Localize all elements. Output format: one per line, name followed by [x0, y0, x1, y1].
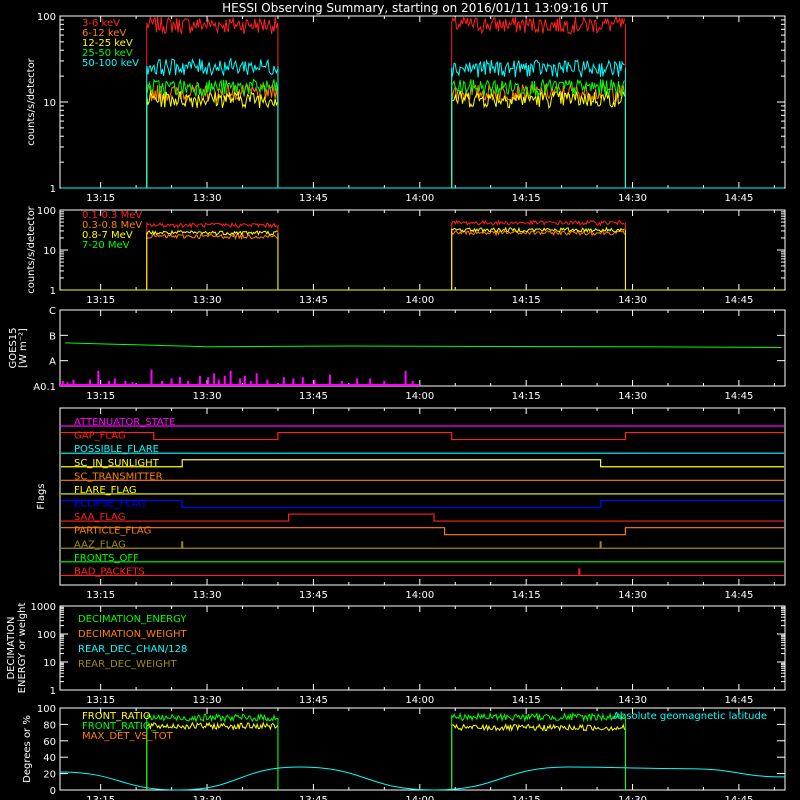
flag-label: ATTENUATOR_STATE	[74, 417, 175, 428]
flag-label: AAZ_FLAG	[74, 539, 126, 550]
x-tick-label: 14:15	[512, 590, 541, 601]
x-tick-label: 14:45	[724, 795, 753, 800]
x-tick-label: 13:15	[86, 590, 115, 601]
legend-entry: DECIMATION_WEIGHT	[78, 629, 187, 640]
y-tick-label: 0	[50, 786, 56, 797]
flag-label: BAD_PACKETS	[74, 566, 145, 577]
x-tick-label: 14:15	[512, 193, 541, 204]
x-tick-label: 13:45	[299, 391, 328, 402]
x-tick-label: 13:45	[299, 590, 328, 601]
x-tick-label: 14:15	[512, 391, 541, 402]
x-tick-label: 14:15	[512, 795, 541, 800]
x-tick-label: 13:15	[86, 795, 115, 800]
y-tick-label: 1	[50, 184, 56, 195]
x-tick-label: 13:30	[193, 795, 222, 800]
x-tick-label: 14:00	[405, 695, 434, 706]
flag-label: ECLIPSE_FLAG	[74, 499, 145, 510]
y-axis-label: Degrees or %	[22, 715, 33, 783]
y-tick-label: 10	[43, 246, 56, 257]
x-tick-label: 13:30	[193, 695, 222, 706]
y-axis-label-line2: ENERGY or weight	[17, 603, 28, 694]
x-tick-label: 14:00	[405, 795, 434, 800]
x-tick-label: 14:45	[724, 295, 753, 306]
y-tick-label: 40	[43, 753, 56, 764]
chart-title: HESSI Observing Summary, starting on 201…	[222, 1, 608, 15]
y-tick-label: 10	[43, 658, 56, 669]
hessi-summary-plot: HESSI Observing Summary, starting on 201…	[0, 0, 800, 800]
y-tick-label: 60	[43, 737, 56, 748]
legend-entry: 50-100 keV	[82, 58, 139, 69]
y-tick-label: 80	[43, 720, 56, 731]
flag-label: SAA_FLAG	[74, 512, 125, 523]
y-tick-label: 100	[37, 206, 56, 217]
flag-label: PARTICLE_FLAG	[74, 526, 151, 537]
legend-entry: DECIMATION_ENERGY	[78, 614, 187, 625]
x-tick-label: 14:45	[724, 590, 753, 601]
x-tick-label: 14:45	[724, 193, 753, 204]
x-tick-label: 13:45	[299, 193, 328, 204]
x-tick-label: 13:30	[193, 590, 222, 601]
y-tick-label: C	[49, 306, 56, 317]
flag-label: FRONTS_OFF	[74, 553, 139, 564]
legend-entry: 7-20 MeV	[82, 240, 130, 251]
x-tick-label: 13:15	[86, 295, 115, 306]
x-tick-label: 14:30	[618, 795, 647, 800]
y-tick-label: 1000	[31, 602, 56, 613]
flag-label: SC_TRANSMITTER	[74, 471, 163, 482]
y-tick-label: B	[49, 331, 56, 342]
x-tick-label: 14:00	[405, 590, 434, 601]
x-tick-label: 13:15	[86, 193, 115, 204]
y-axis-unit: [W m⁻²]	[18, 328, 29, 368]
x-tick-label: 14:45	[724, 695, 753, 706]
x-tick-label: 14:15	[512, 695, 541, 706]
y-tick-label: 1	[50, 686, 56, 697]
y-tick-label: 100	[37, 12, 56, 23]
x-tick-label: 14:00	[405, 193, 434, 204]
y-tick-label: 20	[43, 770, 56, 781]
x-tick-label: 14:45	[724, 391, 753, 402]
y-tick-label: 100	[37, 704, 56, 715]
legend-entry: REAR_DEC_WEIGHT	[78, 659, 177, 670]
x-tick-label: 14:30	[618, 695, 647, 706]
y-tick-label: A0.1	[33, 382, 56, 393]
x-tick-label: 14:30	[618, 295, 647, 306]
x-tick-label: 13:30	[193, 193, 222, 204]
flag-label: POSSIBLE_FLARE	[74, 444, 159, 455]
legend-entry: MAX_DET_VS_TOT	[82, 731, 174, 742]
x-tick-label: 14:00	[405, 295, 434, 306]
flag-label: GAP_FLAG	[74, 431, 126, 442]
y-axis-label: Flags	[36, 483, 47, 509]
y-axis-label: DECIMATION	[6, 616, 17, 679]
y-axis-label: counts/s/detector	[26, 57, 37, 145]
y-tick-label: 1	[50, 286, 56, 297]
x-tick-label: 13:30	[193, 391, 222, 402]
x-tick-label: 14:15	[512, 295, 541, 306]
x-tick-label: 13:30	[193, 295, 222, 306]
y-tick-label: 100	[37, 630, 56, 641]
x-tick-label: 14:30	[618, 590, 647, 601]
x-tick-label: 14:30	[618, 193, 647, 204]
legend-entry: REAR_DEC_CHAN/128	[78, 644, 187, 655]
y-tick-label: A	[49, 357, 56, 368]
y-axis-label: counts/s/detector	[26, 205, 37, 293]
x-tick-label: 14:00	[405, 391, 434, 402]
annotation-label: Absolute geomagnetic latitude	[613, 711, 767, 722]
x-tick-label: 13:45	[299, 295, 328, 306]
flag-label: FLARE_FLAG	[74, 485, 137, 496]
x-tick-label: 13:15	[86, 695, 115, 706]
x-tick-label: 14:30	[618, 391, 647, 402]
y-tick-label: 10	[43, 98, 56, 109]
x-tick-label: 13:15	[86, 391, 115, 402]
x-tick-label: 13:45	[299, 695, 328, 706]
x-tick-label: 13:45	[299, 795, 328, 800]
flag-label: SC_IN_SUNLIGHT	[74, 458, 160, 469]
